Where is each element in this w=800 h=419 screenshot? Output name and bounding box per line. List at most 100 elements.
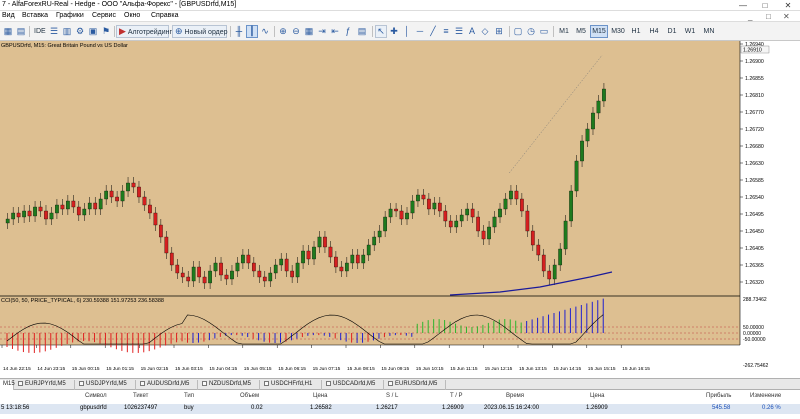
candle-body [328, 246, 333, 258]
price-tick-label: 1.26720 [745, 127, 764, 133]
time-tick-label: 15 Jun 04:15 [209, 366, 237, 372]
minimize-button[interactable]: — [732, 0, 754, 11]
candle-body [71, 200, 76, 208]
crosshair-icon[interactable]: ✚ [388, 25, 400, 38]
candle-body [148, 204, 152, 214]
chart-tab-usdcad[interactable]: USDCADrfd,M5 [323, 380, 384, 390]
candle-body [448, 220, 453, 228]
col-sl[interactable]: S / L [386, 392, 398, 401]
menu-insert[interactable]: Вставка [22, 12, 48, 19]
text-tool-icon[interactable]: A [466, 25, 478, 38]
menu-help[interactable]: Справка [151, 12, 178, 19]
properties-icon[interactable]: ▢ [512, 25, 524, 38]
chart-tab-usdjpy[interactable]: USDJPYrfd,M5 [76, 380, 136, 390]
menu-view[interactable]: Вид [2, 12, 15, 19]
menu-window[interactable]: Окно [124, 12, 140, 19]
col-profit[interactable]: Прибыль [706, 392, 731, 401]
horizontal-line-icon[interactable]: ─ [414, 25, 426, 38]
menu-tools[interactable]: Сервис [92, 12, 116, 19]
zoom-in-icon[interactable]: ⊕ [277, 25, 289, 38]
candle-body [284, 258, 289, 272]
col-type[interactable]: Тип [184, 392, 194, 401]
candle-body [295, 262, 300, 278]
timeframe-w1[interactable]: W1 [682, 25, 698, 38]
objects-icon[interactable]: ⊞ [492, 25, 506, 38]
screenshot-icon[interactable]: ▭ [538, 25, 550, 38]
timeframe-h1[interactable]: H1 [628, 25, 644, 38]
time-tick-label: 14 Jun 23:15 [37, 366, 65, 372]
timeframe-d1[interactable]: D1 [664, 25, 680, 38]
channel-icon[interactable]: ≡ [440, 25, 452, 38]
candle-body [11, 212, 16, 220]
candle-body [224, 274, 229, 280]
timeframe-m5[interactable]: M5 [573, 25, 589, 38]
timeframe-m30[interactable]: M30 [609, 25, 627, 38]
maximize-button[interactable]: □ [754, 0, 776, 11]
title-bar: 7 - AlfaForexRU-Real - Hedge - ООО "Альф… [0, 0, 800, 11]
doc-restore-button[interactable]: □ [766, 11, 771, 22]
chart-window[interactable]: 1.26940 1.26900 1.26855 1.26810 1.26770 1.267… [0, 41, 800, 378]
doc-close-button[interactable]: ✕ [783, 11, 790, 22]
col-change[interactable]: Изменение [750, 392, 781, 401]
indicator-label: CCI(50, 50, PRICE_TYPICAL, 6) 230.59388 … [1, 298, 164, 304]
table-row[interactable]: 5 13:18:56 gbpusdrfd 1026237497 buy 0.02… [0, 404, 800, 414]
indicators-icon[interactable]: ƒ [342, 25, 354, 38]
shapes-icon[interactable]: ◇ [479, 25, 491, 38]
col-ticket[interactable]: Тикет [133, 392, 148, 401]
price-tick-label: 1.26680 [745, 144, 764, 150]
terminal-icon[interactable]: ▣ [87, 25, 99, 38]
timeframe-m1[interactable]: M1 [556, 25, 572, 38]
chart-tab-eurusd[interactable]: EURUSDrfd,M5 [385, 380, 446, 390]
close-button[interactable]: ✕ [777, 0, 799, 11]
cursor-icon[interactable]: ↖ [375, 25, 387, 38]
navigator-icon[interactable]: ☰ [48, 25, 60, 38]
change-value: 0.26 % [762, 405, 781, 411]
timeframe-m15[interactable]: M15 [590, 25, 608, 38]
chart-tab-usdchf[interactable]: USDCHFrfd,H1 [261, 380, 322, 390]
candle-body [388, 208, 393, 218]
candle-body [180, 272, 185, 278]
timeframe-h4[interactable]: H4 [646, 25, 662, 38]
time-tick-label: 15 Jun 01:15 [106, 366, 134, 372]
timeframe-mn[interactable]: MN [700, 25, 718, 38]
chart-tab-eurjpy[interactable]: EURJPYrfd,M5 [15, 380, 75, 390]
col-current-price[interactable]: Цена [590, 392, 604, 401]
time-tick-label: 15 Jun 13:15 [519, 366, 547, 372]
periods-icon[interactable]: ◷ [525, 25, 537, 38]
chart-shift-icon[interactable]: ⇤ [329, 25, 341, 38]
new-chart-icon[interactable]: ▦ [2, 25, 14, 38]
candlestick-chart-icon[interactable]: ┃ [246, 25, 258, 38]
market-watch-icon[interactable]: ⚙ [74, 25, 86, 38]
chart-tab-nzdusd[interactable]: NZDUSDrfd,M5 [199, 380, 260, 390]
new-order-button[interactable]: ⊕ Новый ордер [172, 25, 228, 38]
fibonacci-icon[interactable]: ☰ [453, 25, 465, 38]
chart-tab-audusd[interactable]: AUDUSDrfd,M5 [137, 380, 198, 390]
templates-icon[interactable]: ▤ [355, 25, 369, 38]
doc-minimize-button[interactable]: _ [748, 11, 752, 22]
candle-body [585, 128, 590, 142]
col-price[interactable]: Цена [313, 392, 327, 401]
auto-scroll-icon[interactable]: ⇥ [316, 25, 328, 38]
bar-chart-icon[interactable]: ╫ [233, 25, 245, 38]
candle-body [257, 270, 262, 278]
profiles-icon[interactable]: ▤ [15, 25, 27, 38]
tile-windows-icon[interactable]: ▦ [303, 25, 315, 38]
col-time[interactable]: Время [506, 392, 524, 401]
algo-trading-button[interactable]: ▶ Алготрейдинг [116, 25, 172, 38]
data-window-icon[interactable]: ▥ [61, 25, 73, 38]
trend-line-icon[interactable]: ╱ [427, 25, 439, 38]
candle-body [208, 270, 212, 284]
menu-charts[interactable]: Графики [56, 12, 84, 19]
vertical-line-icon[interactable]: │ [401, 25, 413, 38]
candle-body [153, 212, 158, 226]
col-tp[interactable]: T / P [450, 392, 463, 401]
strategy-tester-icon[interactable]: ⚑ [100, 25, 112, 38]
chart-tab-gbpusd[interactable]: M15 [0, 380, 15, 390]
chart-tab-icon [264, 381, 269, 386]
line-chart-icon[interactable]: ∿ [259, 25, 271, 38]
ide-button[interactable]: IDE [31, 25, 46, 38]
price-chart[interactable]: 1.269401.269001.268551.268101.267701.267… [0, 41, 800, 378]
col-symbol[interactable]: Символ [85, 392, 107, 401]
zoom-out-icon[interactable]: ⊖ [290, 25, 302, 38]
col-volume[interactable]: Объем [240, 392, 259, 401]
